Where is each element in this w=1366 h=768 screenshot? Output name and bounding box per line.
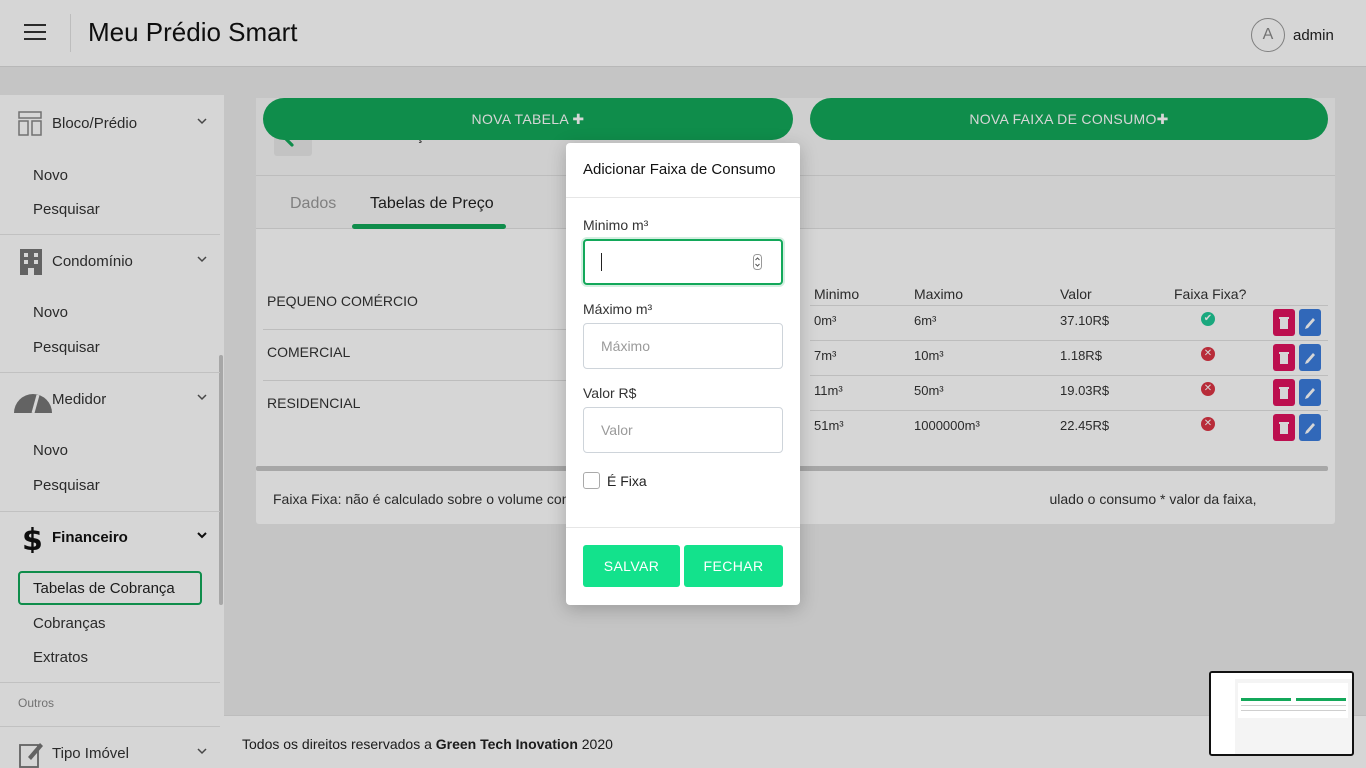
fixed-checkbox-label[interactable]: É Fixa [607,473,647,489]
fixed-checkbox[interactable] [583,472,600,489]
max-input[interactable] [583,323,783,369]
add-band-modal: Adicionar Faixa de Consumo Minimo m³ Máx… [566,143,800,605]
screen-thumbnail[interactable] [1209,671,1354,756]
value-label: Valor R$ [583,385,637,401]
number-spinner-icon[interactable] [753,254,762,270]
min-label: Minimo m³ [583,217,649,233]
save-button[interactable]: SALVAR [583,545,680,587]
text-caret [601,253,602,271]
close-button[interactable]: FECHAR [684,545,783,587]
value-input[interactable] [583,407,783,453]
modal-title: Adicionar Faixa de Consumo [583,161,776,178]
divider [566,197,800,198]
max-label: Máximo m³ [583,301,653,317]
divider [566,527,800,528]
